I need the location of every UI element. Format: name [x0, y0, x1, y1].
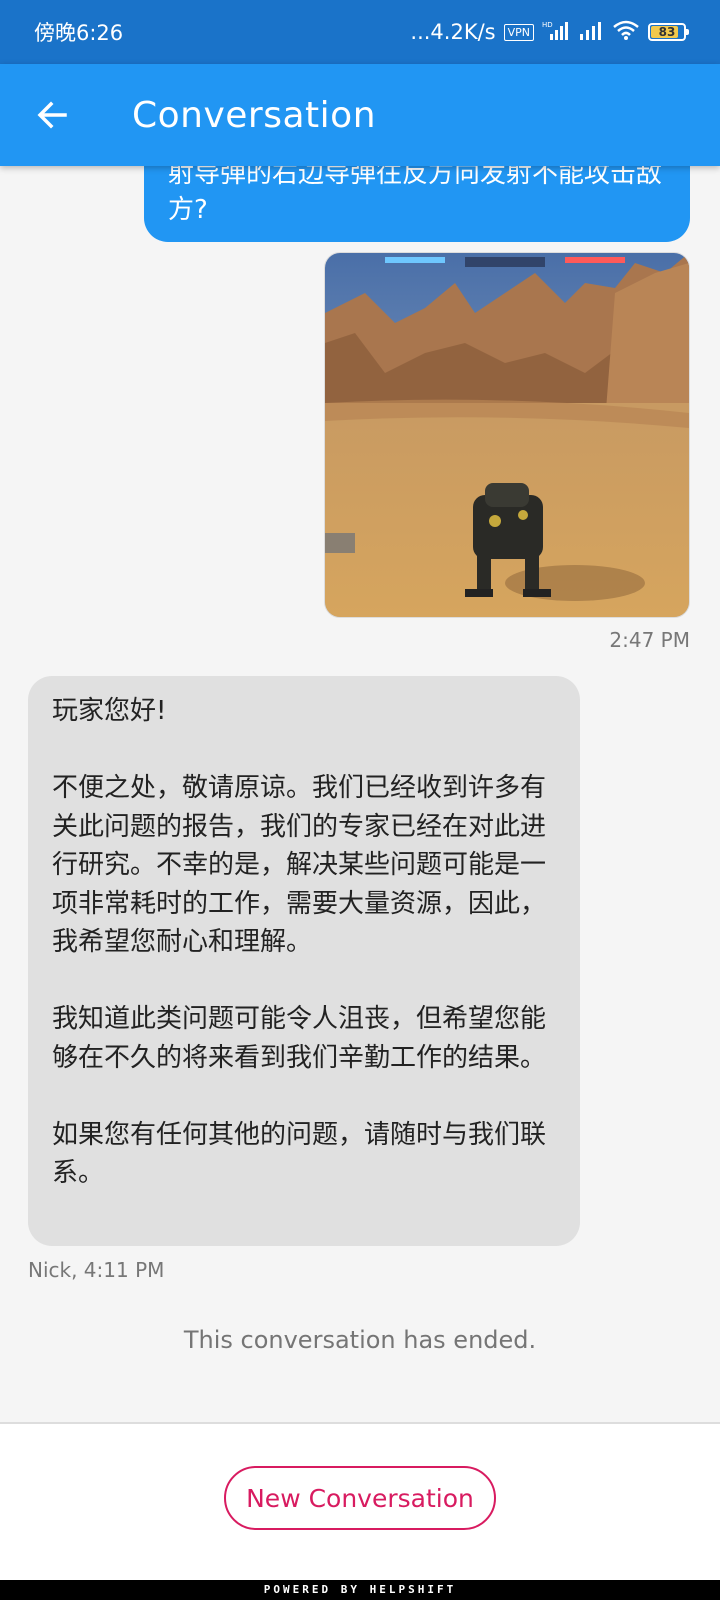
agent-message-paragraph: 玩家您好!	[52, 696, 167, 726]
status-icons: ...4.2K/s VPN HD 83	[410, 20, 689, 45]
agent-message-timestamp: Nick, 4:11 PM	[28, 1258, 165, 1282]
user-message-bubble: 射导弹的右边导弹往反方向发射不能攻击敌方?	[144, 166, 690, 242]
new-conversation-button[interactable]: New Conversation	[224, 1466, 496, 1530]
agent-message-paragraph: 如果您有任何其他的问题，请随时与我们联系。	[52, 1119, 547, 1189]
vpn-icon: VPN	[503, 23, 534, 41]
bottom-action-area: New Conversation	[0, 1422, 720, 1582]
battery-icon: 83	[648, 23, 689, 41]
network-speed: ...4.2K/s	[410, 20, 496, 44]
status-time: 傍晚6:26	[34, 21, 124, 45]
conversation-list[interactable]: 射导弹的右边导弹往反方向发射不能攻击敌方? 2:47 PM 玩家您好! 不便之处…	[0, 166, 720, 1410]
back-button[interactable]	[22, 85, 82, 145]
powered-by-footer: POWERED BY HELPSHIFT	[0, 1580, 720, 1600]
page-title: Conversation	[132, 94, 377, 136]
svg-text:HD: HD	[542, 21, 553, 29]
game-screenshot-image	[325, 253, 689, 617]
back-arrow-icon	[37, 101, 67, 129]
signal-icon	[578, 20, 604, 45]
agent-message-paragraph: 不便之处，敬请原谅。我们已经收到许多有关此问题的报告，我们的专家已经在对此进行研…	[52, 773, 547, 957]
user-message-text: 射导弹的右边导弹往反方向发射不能攻击敌方?	[168, 166, 663, 225]
user-message-timestamp: 2:47 PM	[609, 628, 690, 652]
agent-message-bubble: 玩家您好! 不便之处，敬请原谅。我们已经收到许多有关此问题的报告，我们的专家已经…	[28, 676, 580, 1246]
battery-level: 83	[658, 25, 676, 39]
app-bar: Conversation	[0, 64, 720, 166]
status-bar: 傍晚6:26 ...4.2K/s VPN HD 83	[0, 0, 720, 64]
agent-message-paragraph: 我知道此类问题可能令人沮丧，但希望您能够在不久的将来看到我们辛勤工作的结果。	[52, 1004, 547, 1073]
signal-hd-icon: HD	[542, 20, 570, 45]
conversation-ended-notice: This conversation has ended.	[183, 1326, 537, 1354]
image-attachment[interactable]	[324, 252, 690, 618]
wifi-icon	[612, 20, 640, 45]
